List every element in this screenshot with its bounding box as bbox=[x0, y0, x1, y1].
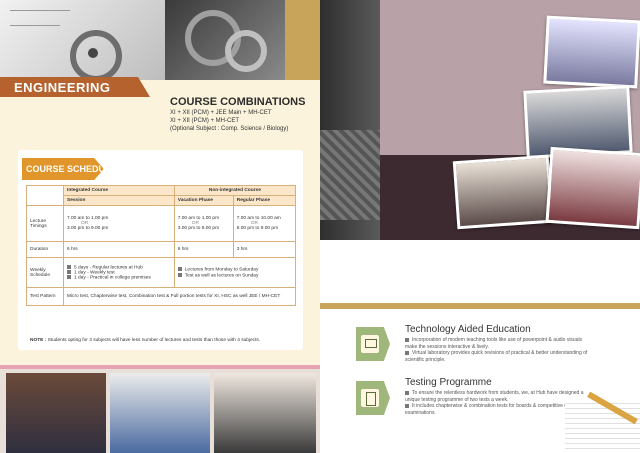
classroom-photo bbox=[523, 85, 633, 159]
classroom-photo bbox=[543, 15, 640, 89]
feature-points: Incorporation of modern teaching tools l… bbox=[405, 337, 588, 363]
course-combination-line: XI + XII (PCM) + JEE Main + MH-CET bbox=[170, 110, 272, 116]
course-combination-line: (Optional Subject : Comp. Science / Biol… bbox=[170, 126, 289, 132]
row-label: Test Pattern bbox=[26, 287, 64, 306]
gears-image bbox=[165, 0, 285, 80]
course-combination-line: XI + XII (PCM) + MH-CET bbox=[170, 118, 240, 124]
gold-divider bbox=[320, 303, 640, 309]
hero-accent-strip bbox=[285, 0, 320, 80]
table-row: Duration 6 hrs 6 hrs 3 hrs bbox=[26, 241, 297, 258]
row-label: Lecture Timings bbox=[26, 205, 64, 242]
header-regular: Regular Phase bbox=[232, 195, 297, 206]
schedule-table: Integrated Course Non-integrated Course … bbox=[26, 185, 297, 306]
classroom-photo bbox=[545, 146, 640, 230]
schedule-note: NOTE : Students opting for 3 subjects wi… bbox=[30, 338, 261, 343]
feature-title: Technology Aided Education bbox=[405, 324, 531, 335]
header-integrated: Integrated Course bbox=[63, 185, 175, 196]
header-non-integrated: Non-integrated Course bbox=[173, 185, 297, 196]
pink-divider bbox=[0, 365, 320, 369]
row-label: Duration bbox=[26, 241, 64, 258]
table-row: Test Pattern Micro test, Chapterwise tes… bbox=[26, 287, 296, 306]
answer-sheet-image bbox=[565, 400, 640, 453]
engineering-drawing-image bbox=[0, 0, 165, 82]
row-label: Weekly Schedule bbox=[26, 257, 64, 288]
classroom-photo bbox=[452, 154, 554, 230]
table-row: Weekly Schedule 5 days - Regular lecture… bbox=[26, 257, 297, 288]
section-title: ENGINEERING bbox=[14, 80, 111, 95]
table-row: Lecture Timings 7.00 am to 1.00 pm OR 3.… bbox=[26, 205, 297, 242]
feature-title: Testing Programme bbox=[405, 377, 492, 388]
students-photo-strip bbox=[0, 365, 320, 453]
course-combinations-title: COURSE COMBINATIONS bbox=[170, 96, 306, 108]
header-vacation: Vacation Phase bbox=[173, 195, 234, 206]
student-photo bbox=[320, 0, 380, 240]
header-session: Session bbox=[63, 195, 175, 206]
schedule-title: COURSE SCHEDULE bbox=[26, 164, 117, 174]
